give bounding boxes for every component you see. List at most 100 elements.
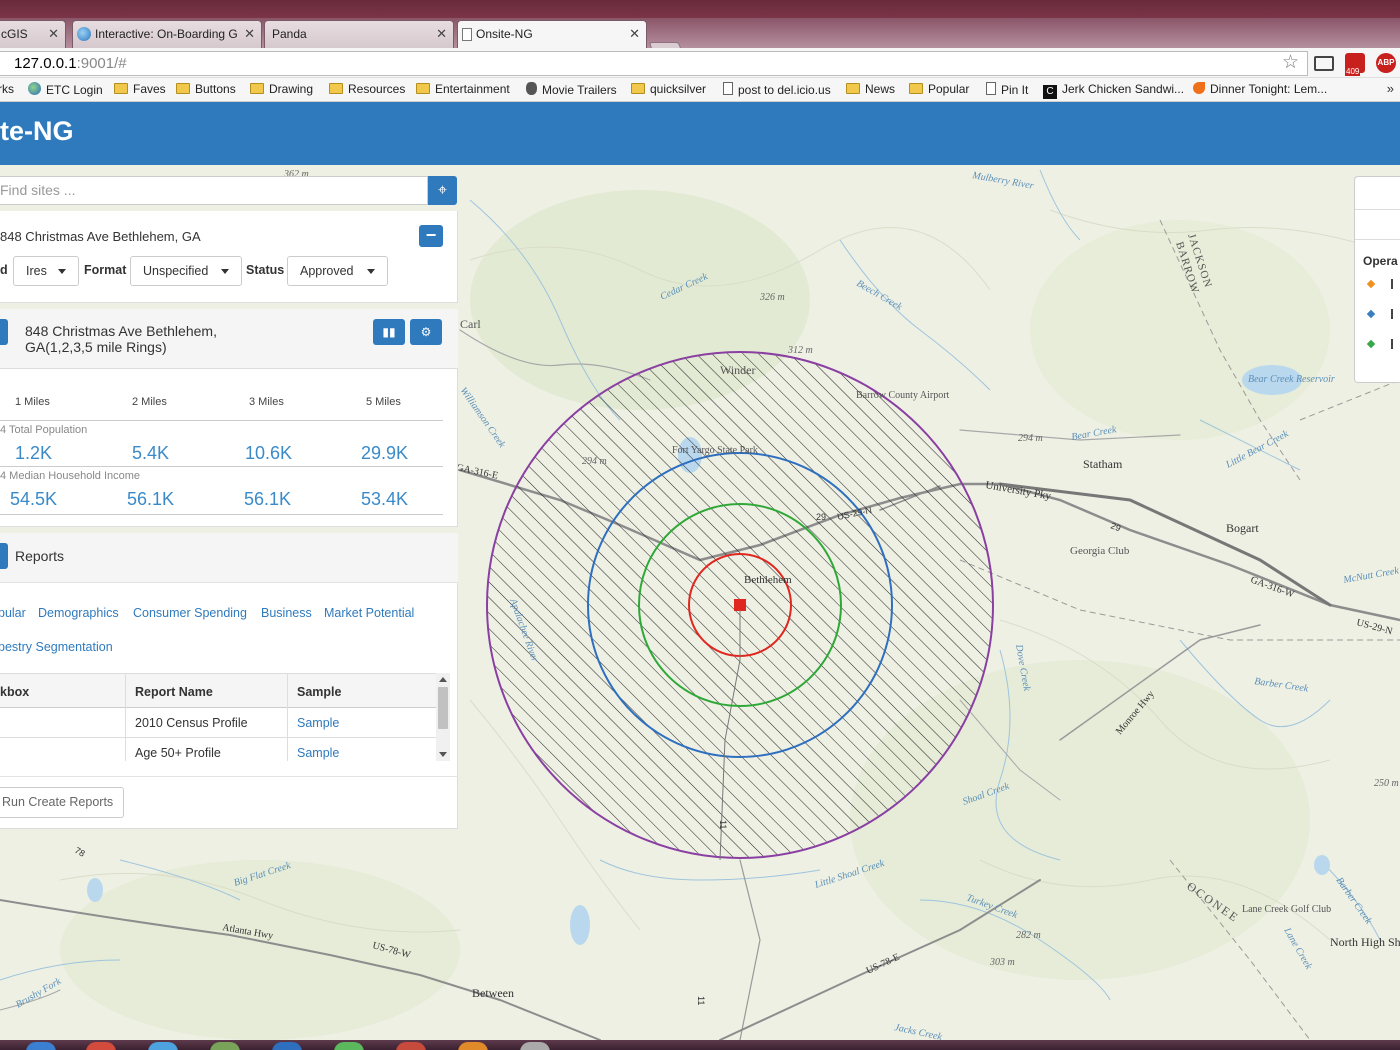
bookmark-item[interactable]: ETC Login xyxy=(28,82,103,97)
dropdown-value: Unspecified xyxy=(143,264,209,278)
minus-icon: − xyxy=(425,225,437,245)
taskbar-app-icon[interactable] xyxy=(520,1042,550,1050)
population-value: 1.2K xyxy=(15,443,53,463)
taskbar-app-icon[interactable] xyxy=(272,1042,302,1050)
tab-onsite-ng[interactable]: Onsite-NG ✕ xyxy=(457,20,647,49)
settings-button[interactable]: ⚙ xyxy=(410,319,442,345)
dropdown-value: Approved xyxy=(300,264,354,278)
report-category-link[interactable]: Business xyxy=(261,606,312,620)
rings-title-line: 848 Christmas Ave Bethlehem, xyxy=(25,323,217,339)
tab-arcgis[interactable]: cGIS ✕ xyxy=(0,20,66,48)
tab-panda[interactable]: Panda ✕ xyxy=(264,20,454,48)
sample-link[interactable]: Sample xyxy=(297,746,339,760)
bar-chart-icon: ▮▮ xyxy=(382,325,396,339)
status-dropdown[interactable]: Approved xyxy=(287,256,388,286)
close-icon[interactable]: ✕ xyxy=(629,21,640,47)
population-value: 10.6K xyxy=(245,443,293,463)
extension-icon[interactable]: 409 xyxy=(1345,53,1365,76)
legend-text xyxy=(1391,279,1393,289)
page-icon xyxy=(723,82,733,95)
bookmark-item[interactable]: Movie Trailers xyxy=(526,82,617,97)
bookmark-item[interactable]: Pin It xyxy=(986,82,1028,97)
reports-table-header: kbox Report Name Sample xyxy=(0,673,436,708)
bookmark-folder[interactable]: Drawing xyxy=(250,82,313,96)
taskbar-app-icon[interactable] xyxy=(210,1042,240,1050)
scroll-down-icon[interactable] xyxy=(439,752,447,757)
chart-button[interactable]: ▮▮ xyxy=(373,319,405,345)
bookmark-label: post to del.icio.us xyxy=(738,83,831,97)
page-icon xyxy=(986,82,996,95)
collapse-button[interactable]: − xyxy=(419,225,443,247)
bookmark-folder[interactable]: quicksilver xyxy=(631,82,706,96)
bookmark-folder[interactable]: Popular xyxy=(909,82,969,96)
site-marker[interactable] xyxy=(734,599,746,611)
divider xyxy=(1355,239,1400,240)
map-label: Statham xyxy=(1083,457,1123,471)
format-dropdown[interactable]: Unspecified xyxy=(130,256,242,286)
report-category-link[interactable]: Consumer Spending xyxy=(133,606,247,620)
bookmark-label: Popular xyxy=(928,82,970,96)
table-scrollbar[interactable] xyxy=(436,673,450,761)
elevation-label: 312 m xyxy=(787,345,813,356)
address-bar[interactable]: 127.0.0.1:9001/# xyxy=(0,51,1308,76)
close-icon[interactable]: ✕ xyxy=(48,21,59,47)
bookmark-item[interactable]: Dinner Tonight: Lem... xyxy=(1193,82,1327,96)
bookmark-folder[interactable]: Resources xyxy=(329,82,405,96)
map-label: Barrow County Airport xyxy=(856,390,950,401)
report-category-link[interactable]: pestry Segmentation xyxy=(0,640,113,654)
income-value: 53.4K xyxy=(361,489,409,509)
url-host: 127.0.0.1 xyxy=(14,55,77,72)
taskbar-app-icon[interactable] xyxy=(86,1042,116,1050)
road-number-label: 29 xyxy=(816,512,826,522)
panel-tab[interactable] xyxy=(0,543,8,569)
bookmark-label: ETC Login xyxy=(46,83,103,97)
close-icon[interactable]: ✕ xyxy=(436,21,447,47)
cast-icon[interactable] xyxy=(1314,56,1334,71)
panel-tab[interactable] xyxy=(0,319,8,345)
bookmark-folder[interactable]: Faves xyxy=(114,82,166,96)
bookmark-star-icon[interactable]: ☆ xyxy=(1282,51,1299,74)
bookmark-folder[interactable]: Entertainment xyxy=(416,82,510,96)
bookmark-label: Pin It xyxy=(1001,83,1029,97)
adblock-icon[interactable]: ABP xyxy=(1376,53,1396,73)
taskbar-app-icon[interactable] xyxy=(458,1042,488,1050)
search-input[interactable]: Find sites ... xyxy=(0,176,428,205)
elevation-label: 326 m xyxy=(759,292,785,303)
legend-title: Opera xyxy=(1363,254,1398,268)
bookmark-folder[interactable]: News xyxy=(846,82,895,96)
bookmark-item[interactable]: C Jerk Chicken Sandwi... xyxy=(1043,82,1184,99)
taskbar-app-icon[interactable] xyxy=(396,1042,426,1050)
reports-panel: Reports pular Demographics Consumer Spen… xyxy=(0,533,458,829)
scroll-thumb[interactable] xyxy=(438,687,448,729)
column-header: 2 Miles xyxy=(132,396,167,408)
close-icon[interactable]: ✕ xyxy=(244,21,255,47)
taskbar-app-icon[interactable] xyxy=(148,1042,178,1050)
bookmark-label: quicksilver xyxy=(650,82,707,96)
tab-onboarding[interactable]: Interactive: On-Boarding G ✕ xyxy=(72,20,262,48)
sample-link[interactable]: Sample xyxy=(297,716,339,730)
elevation-label: 250 m xyxy=(1374,778,1399,789)
report-category-link[interactable]: Market Potential xyxy=(324,606,414,620)
bookmark-label: Entertainment xyxy=(435,82,510,96)
taskbar-app-icon[interactable] xyxy=(334,1042,364,1050)
legend-panel: Opera xyxy=(1354,176,1400,383)
start-button[interactable] xyxy=(26,1042,56,1050)
map-label: Winder xyxy=(720,363,756,377)
report-category-link[interactable]: Demographics xyxy=(38,606,119,620)
locate-button[interactable]: ⌖ xyxy=(428,176,457,205)
report-name: Age 50+ Profile xyxy=(135,746,221,760)
column-header: 5 Miles xyxy=(366,396,401,408)
map-label: Bethlehem xyxy=(744,574,792,586)
bookmark-folder[interactable]: Buttons xyxy=(176,82,236,96)
run-create-reports-button[interactable]: Run Create Reports xyxy=(0,787,124,818)
elevation-label: 303 m xyxy=(989,957,1015,968)
bookmarks-overflow-button[interactable]: » xyxy=(1387,81,1394,96)
map-label: Georgia Club xyxy=(1070,545,1130,557)
bookmark-item[interactable]: post to del.icio.us xyxy=(723,82,831,97)
report-category-link[interactable]: pular xyxy=(0,606,26,620)
road-number-label: 11 xyxy=(718,820,728,829)
scroll-up-icon[interactable] xyxy=(439,677,447,682)
bookmark-item[interactable]: rks xyxy=(0,82,14,96)
chevron-down-icon xyxy=(367,269,375,274)
type-dropdown[interactable]: Ires xyxy=(13,256,79,286)
